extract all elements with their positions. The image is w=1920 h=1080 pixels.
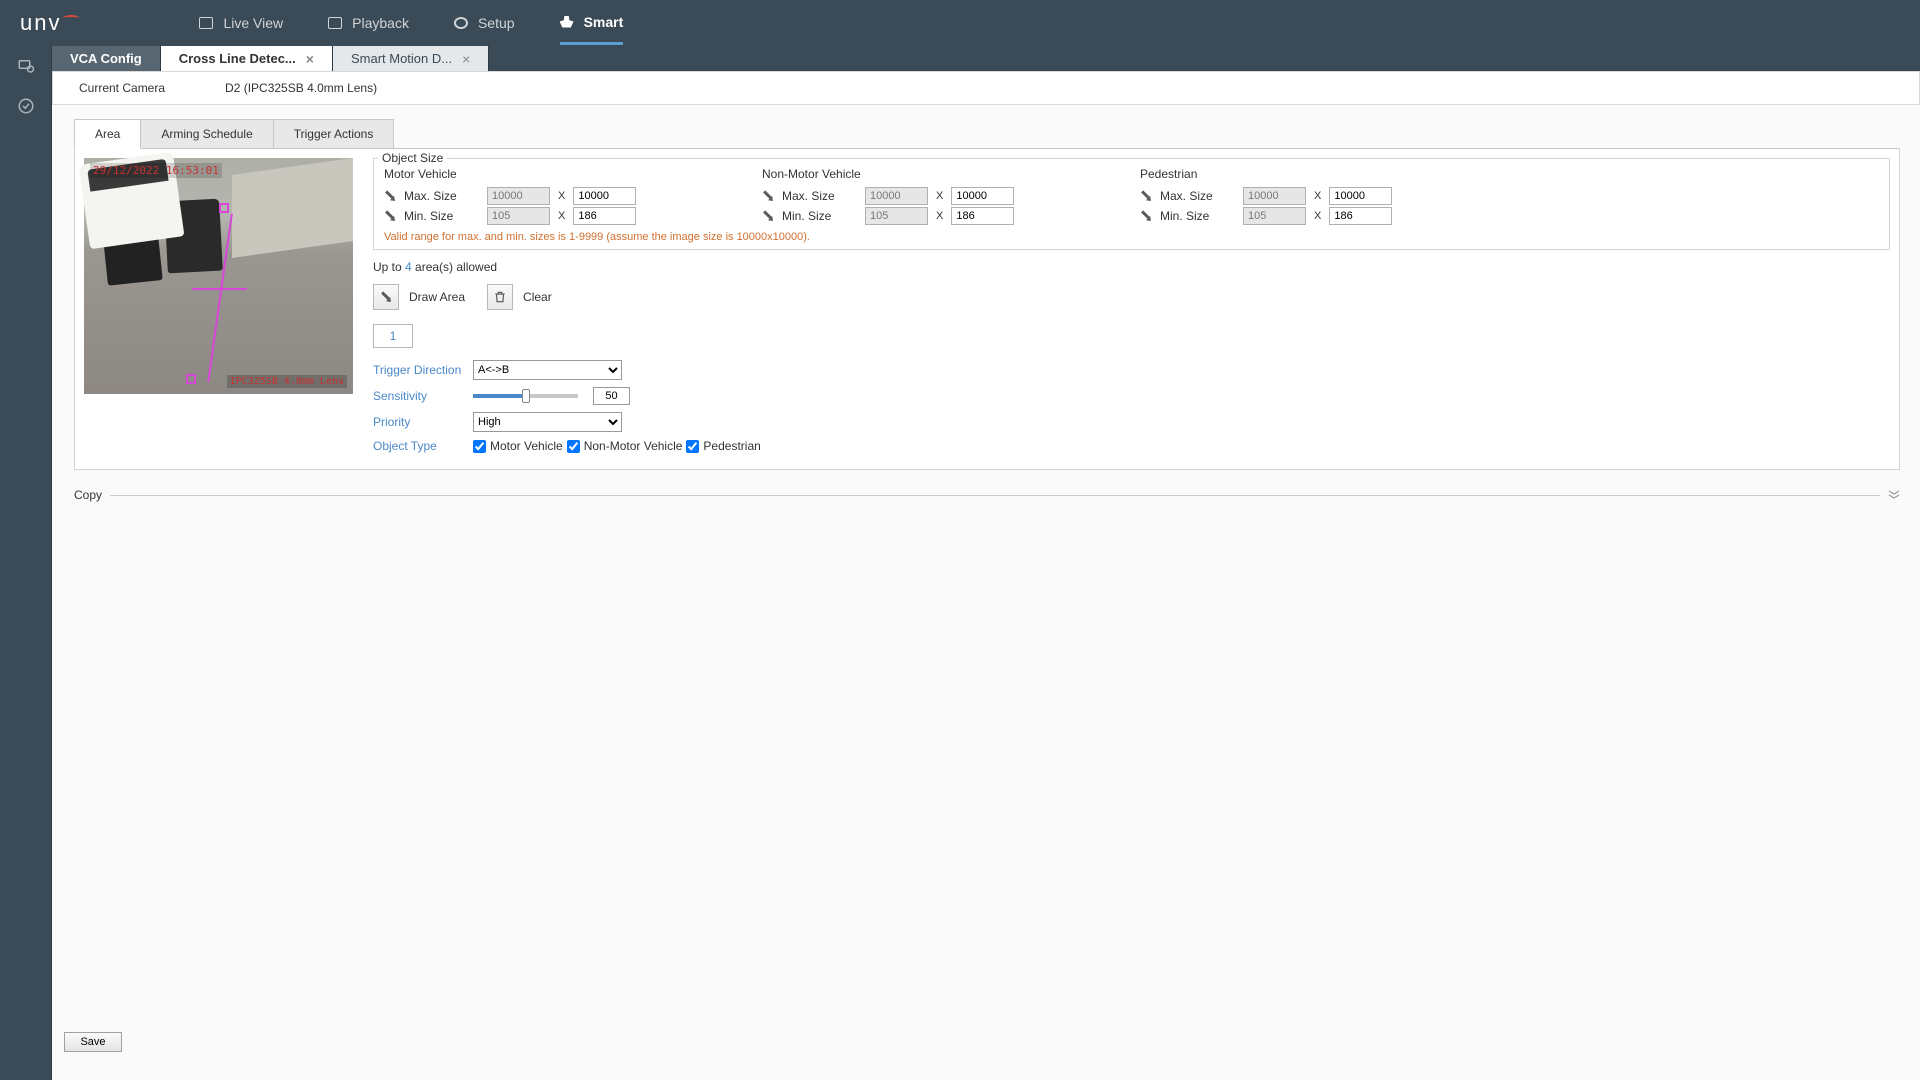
copy-section: Copy [74, 488, 1900, 502]
max-height-input[interactable] [573, 187, 636, 205]
object-size-fieldset: Object Size Motor VehicleMax. SizeXMin. … [373, 158, 1890, 250]
rail-status-icon[interactable] [0, 86, 52, 126]
size-col-title: Motor Vehicle [384, 167, 762, 181]
close-icon[interactable]: × [306, 51, 314, 67]
draw-area-button[interactable]: Draw Area [373, 284, 465, 310]
min-width-input[interactable] [1243, 207, 1306, 225]
nav-playback[interactable]: Playback [328, 2, 409, 45]
sensitivity-slider[interactable] [473, 394, 578, 398]
object-type-non-motor-vehicle[interactable]: Non-Motor Vehicle [567, 439, 683, 453]
top-nav: unv Live View Playback Setup Smart [0, 0, 1920, 46]
min-size-label: Min. Size [404, 209, 479, 223]
pencil-icon [378, 289, 395, 306]
copy-expand-toggle[interactable] [1888, 488, 1900, 502]
priority-label: Priority [373, 415, 473, 429]
tab-smart-motion[interactable]: Smart Motion D... × [333, 46, 489, 71]
priority-select[interactable]: High [473, 412, 622, 432]
sensitivity-label: Sensitivity [373, 389, 473, 403]
subtab-trigger-actions[interactable]: Trigger Actions [273, 119, 395, 149]
playback-icon [328, 17, 342, 29]
rail-vca-icon[interactable] [0, 46, 52, 86]
left-rail [0, 46, 52, 1080]
camera-bar: Current Camera D2 (IPC325SB 4.0mm Lens) [52, 71, 1920, 105]
tab-vca-config[interactable]: VCA Config [52, 46, 161, 71]
brand-logo: unv [20, 10, 79, 36]
trash-icon [493, 290, 507, 304]
chevron-down-icon [1888, 489, 1900, 499]
max-size-label: Max. Size [404, 189, 479, 203]
max-size-label: Max. Size [1160, 189, 1235, 203]
close-icon[interactable]: × [462, 51, 470, 67]
gear-icon [454, 17, 468, 29]
pencil-icon[interactable] [1138, 188, 1155, 205]
camera-preview[interactable]: 29/12/2022 16:53:01 IPC325SB 4.0mm Lens [84, 158, 353, 394]
min-height-input[interactable] [951, 207, 1014, 225]
smart-icon [560, 16, 574, 28]
areas-allowed-text: Up to 4 area(s) allowed [373, 260, 1890, 274]
page-tabs: VCA Config Cross Line Detec... × Smart M… [52, 46, 1920, 71]
max-width-input[interactable] [1243, 187, 1306, 205]
size-col-2: PedestrianMax. SizeXMin. SizeX [1140, 167, 1518, 227]
pencil-icon[interactable] [760, 208, 777, 225]
area-tab-1[interactable]: 1 [373, 324, 413, 348]
copy-label: Copy [74, 488, 102, 502]
content-area: Current Camera D2 (IPC325SB 4.0mm Lens) … [52, 71, 1920, 1080]
max-height-input[interactable] [951, 187, 1014, 205]
min-width-input[interactable] [865, 207, 928, 225]
size-col-1: Non-Motor VehicleMax. SizeXMin. SizeX [762, 167, 1140, 227]
min-size-label: Min. Size [782, 209, 857, 223]
pencil-icon[interactable] [1138, 208, 1155, 225]
size-col-0: Motor VehicleMax. SizeXMin. SizeX [384, 167, 762, 227]
pencil-icon[interactable] [382, 188, 399, 205]
monitor-icon [199, 17, 213, 29]
subtab-area[interactable]: Area [74, 119, 141, 149]
preview-camera-label: IPC325SB 4.0mm Lens [227, 375, 347, 388]
trigger-direction-label: Trigger Direction [373, 363, 473, 377]
object-type-pedestrian[interactable]: Pedestrian [686, 439, 760, 453]
nav-smart[interactable]: Smart [560, 2, 624, 45]
save-button[interactable]: Save [64, 1032, 122, 1052]
tab-cross-line[interactable]: Cross Line Detec... × [161, 46, 333, 71]
pencil-icon[interactable] [382, 208, 399, 225]
size-hint: Valid range for max. and min. sizes is 1… [384, 231, 1879, 243]
current-camera-label: Current Camera [79, 81, 165, 95]
size-col-title: Pedestrian [1140, 167, 1518, 181]
min-size-label: Min. Size [1160, 209, 1235, 223]
trigger-direction-select[interactable]: A<->B [473, 360, 622, 380]
min-height-input[interactable] [1329, 207, 1392, 225]
max-width-input[interactable] [865, 187, 928, 205]
max-height-input[interactable] [1329, 187, 1392, 205]
min-height-input[interactable] [573, 207, 636, 225]
current-camera-value[interactable]: D2 (IPC325SB 4.0mm Lens) [225, 81, 377, 95]
pencil-icon[interactable] [760, 188, 777, 205]
min-width-input[interactable] [487, 207, 550, 225]
preview-timestamp: 29/12/2022 16:53:01 [90, 163, 222, 178]
object-type-motor-vehicle[interactable]: Motor Vehicle [473, 439, 563, 453]
subtab-arming-schedule[interactable]: Arming Schedule [140, 119, 273, 149]
max-width-input[interactable] [487, 187, 550, 205]
object-type-label: Object Type [373, 439, 473, 453]
sub-tabs: Area Arming Schedule Trigger Actions [74, 119, 1900, 149]
nav-live-view[interactable]: Live View [199, 2, 283, 45]
max-size-label: Max. Size [782, 189, 857, 203]
object-size-legend: Object Size [378, 151, 447, 165]
size-col-title: Non-Motor Vehicle [762, 167, 1140, 181]
sensitivity-value-input[interactable] [593, 387, 630, 405]
nav-setup[interactable]: Setup [454, 2, 515, 45]
clear-button[interactable]: Clear [487, 284, 552, 310]
